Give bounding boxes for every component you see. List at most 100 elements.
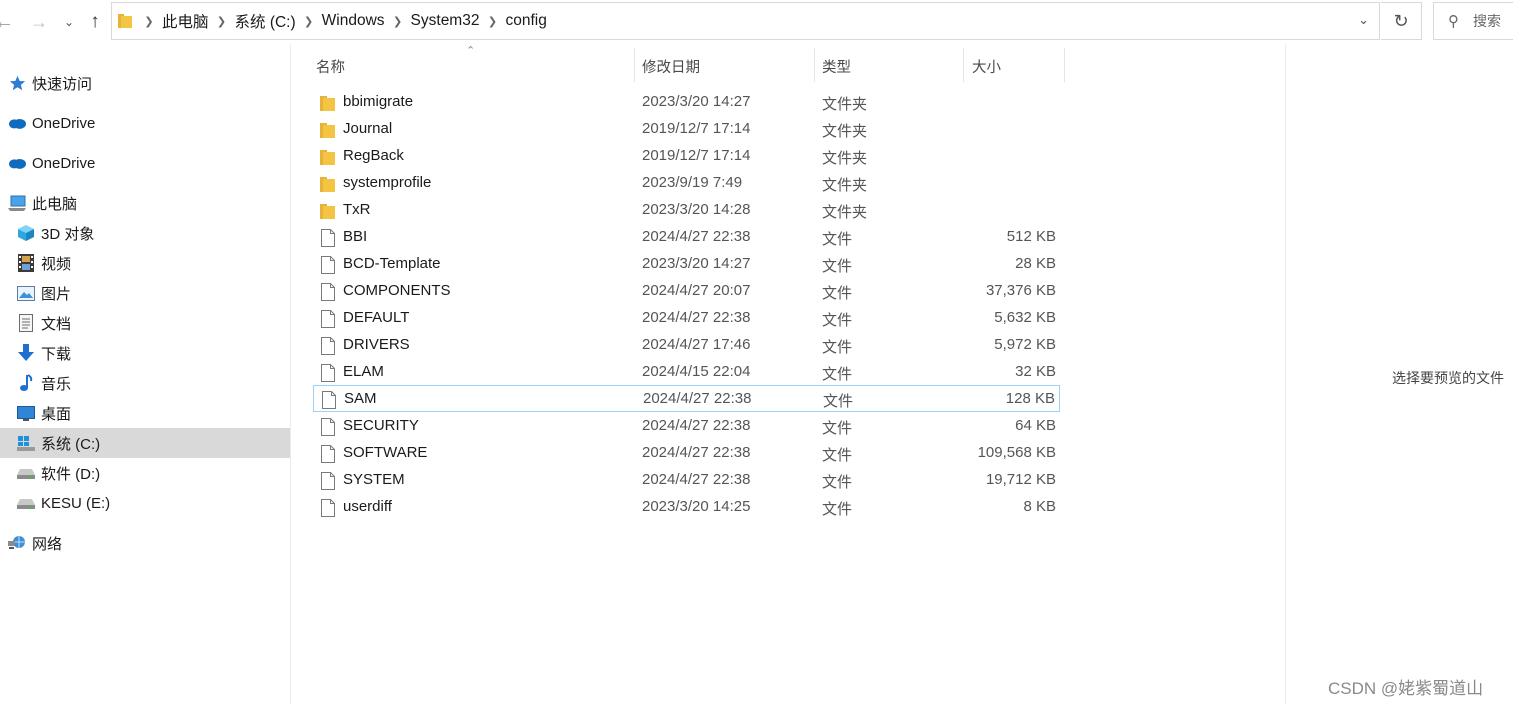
file-date: 2023/3/20 14:27 [642, 255, 751, 272]
breadcrumb-separator-icon[interactable]: ❯ [138, 15, 160, 28]
breadcrumb-system-c[interactable]: 系统 (C:) [233, 10, 298, 32]
breadcrumb-separator-icon[interactable]: ❯ [298, 15, 320, 28]
cube-icon [17, 224, 35, 242]
file-row[interactable]: DRIVERS 2024/4/27 17:46 文件 5,972 KB [313, 332, 1060, 359]
search-input[interactable]: ⚲ 搜索 [1433, 2, 1513, 40]
file-name: SAM [344, 390, 377, 407]
file-name: SECURITY [343, 417, 419, 434]
up-arrow-icon[interactable]: ↑ [84, 8, 106, 36]
refresh-button[interactable]: ↻ [1381, 2, 1422, 40]
search-icon: ⚲ [1448, 13, 1459, 30]
sidebar-item-quick-access[interactable]: 快速访问 [0, 68, 290, 98]
file-size: 109,568 KB [977, 444, 1056, 461]
file-row[interactable]: SECURITY 2024/4/27 22:38 文件 64 KB [313, 413, 1060, 440]
sidebar-item-system-c[interactable]: 系统 (C:) [0, 428, 290, 458]
download-arrow-icon [17, 344, 35, 362]
column-header-size[interactable]: 大小 [972, 49, 1064, 83]
folder-icon [320, 204, 335, 219]
column-divider[interactable] [963, 48, 964, 82]
file-icon [321, 283, 335, 301]
column-header-type[interactable]: 类型 [822, 49, 962, 83]
sidebar-item-this-pc[interactable]: 此电脑 [0, 188, 290, 218]
breadcrumb-windows[interactable]: Windows [320, 12, 387, 30]
file-type: 文件 [822, 312, 853, 329]
sidebar-item-label: OneDrive [32, 154, 96, 172]
cloud-icon [8, 154, 26, 172]
file-row[interactable]: userdiff 2023/3/20 14:25 文件 8 KB [313, 494, 1060, 521]
sidebar-item-onedrive-2[interactable]: OneDrive [0, 148, 290, 178]
file-size: 32 KB [1015, 363, 1056, 380]
address-history-chevron-icon[interactable]: ⌄ [1358, 12, 1369, 28]
file-type: 文件夹 [822, 150, 868, 167]
file-type: 文件夹 [822, 96, 868, 113]
file-row[interactable]: BBI 2024/4/27 22:38 文件 512 KB [313, 224, 1060, 251]
breadcrumb-separator-icon[interactable]: ❯ [481, 15, 503, 28]
sidebar-item-3d-objects[interactable]: 3D 对象 [0, 218, 290, 248]
file-type: 文件夹 [822, 123, 868, 140]
file-date: 2023/3/20 14:28 [642, 201, 751, 218]
sidebar-item-pictures[interactable]: 图片 [0, 278, 290, 308]
file-row-folder[interactable]: Journal 2019/12/7 17:14 文件夹 [313, 116, 1060, 143]
sidebar-item-desktop[interactable]: 桌面 [0, 398, 290, 428]
file-type: 文件夹 [822, 177, 868, 194]
file-row-folder[interactable]: bbimigrate 2023/3/20 14:27 文件夹 [313, 89, 1060, 116]
file-size: 64 KB [1015, 417, 1056, 434]
file-size: 5,972 KB [994, 336, 1056, 353]
file-date: 2023/3/20 14:27 [642, 93, 751, 110]
sidebar-item-software-d[interactable]: 软件 (D:) [0, 458, 290, 488]
file-icon [321, 445, 335, 463]
drive-icon [17, 464, 35, 482]
windows-drive-icon [17, 434, 35, 452]
file-row-folder[interactable]: TxR 2023/3/20 14:28 文件夹 [313, 197, 1060, 224]
sidebar-item-label: 此电脑 [32, 195, 78, 213]
breadcrumb-config[interactable]: config [503, 12, 548, 30]
file-type: 文件 [822, 231, 853, 248]
file-row[interactable]: COMPONENTS 2024/4/27 20:07 文件 37,376 KB [313, 278, 1060, 305]
sidebar-item-label: 网络 [32, 535, 63, 553]
sidebar-item-music[interactable]: 音乐 [0, 368, 290, 398]
sidebar-item-label: 音乐 [41, 375, 72, 393]
sidebar-item-label: 视频 [41, 255, 72, 273]
recent-locations-chevron-icon[interactable]: ⌄ [60, 8, 78, 36]
file-row-folder[interactable]: RegBack 2019/12/7 17:14 文件夹 [313, 143, 1060, 170]
star-icon [8, 74, 26, 92]
file-row[interactable]: BCD-Template 2023/3/20 14:27 文件 28 KB [313, 251, 1060, 278]
file-size: 8 KB [1023, 498, 1056, 515]
sidebar-item-network[interactable]: 网络 [0, 528, 290, 558]
file-row[interactable]: ELAM 2024/4/15 22:04 文件 32 KB [313, 359, 1060, 386]
forward-arrow-icon[interactable]: → [28, 8, 50, 36]
sidebar-item-videos[interactable]: 视频 [0, 248, 290, 278]
sidebar-item-onedrive[interactable]: OneDrive [0, 108, 290, 138]
file-row-folder[interactable]: systemprofile 2023/9/19 7:49 文件夹 [313, 170, 1060, 197]
file-icon [321, 310, 335, 328]
breadcrumb-this-pc[interactable]: 此电脑 [160, 10, 211, 32]
file-row-selected[interactable]: SAM 2024/4/27 22:38 文件 128 KB [313, 385, 1060, 412]
breadcrumb-separator-icon[interactable]: ❯ [387, 15, 409, 28]
sidebar-item-documents[interactable]: 文档 [0, 308, 290, 338]
breadcrumb-separator-icon[interactable]: ❯ [211, 15, 233, 28]
breadcrumb-system32[interactable]: System32 [409, 12, 482, 30]
column-divider[interactable] [634, 48, 635, 82]
file-row[interactable]: DEFAULT 2024/4/27 22:38 文件 5,632 KB [313, 305, 1060, 332]
film-icon [17, 254, 35, 272]
file-type: 文件 [822, 339, 853, 356]
file-list: ⌃ 名称 修改日期 类型 大小 bbimigrate 2023/3/20 14:… [292, 44, 1285, 704]
file-icon [321, 229, 335, 247]
picture-icon [17, 284, 35, 302]
sidebar-item-label: 系统 (C:) [41, 435, 101, 453]
column-divider[interactable] [814, 48, 815, 82]
column-divider[interactable] [1064, 48, 1065, 82]
file-type: 文件 [822, 420, 853, 437]
file-row[interactable]: SOFTWARE 2024/4/27 22:38 文件 109,568 KB [313, 440, 1060, 467]
address-bar[interactable]: ❯ 此电脑 ❯ 系统 (C:) ❯ Windows ❯ System32 ❯ c… [111, 2, 1380, 40]
column-header-name[interactable]: 名称 [316, 49, 634, 83]
back-arrow-icon[interactable]: ← [0, 8, 14, 36]
file-type: 文件 [822, 447, 853, 464]
sidebar-item-downloads[interactable]: 下载 [0, 338, 290, 368]
file-name: TxR [343, 201, 371, 218]
column-header-date[interactable]: 修改日期 [642, 49, 814, 83]
file-date: 2024/4/27 22:38 [643, 390, 752, 407]
refresh-icon: ↻ [1393, 10, 1409, 31]
file-row[interactable]: SYSTEM 2024/4/27 22:38 文件 19,712 KB [313, 467, 1060, 494]
sidebar-item-kesu-e[interactable]: KESU (E:) [0, 488, 290, 518]
